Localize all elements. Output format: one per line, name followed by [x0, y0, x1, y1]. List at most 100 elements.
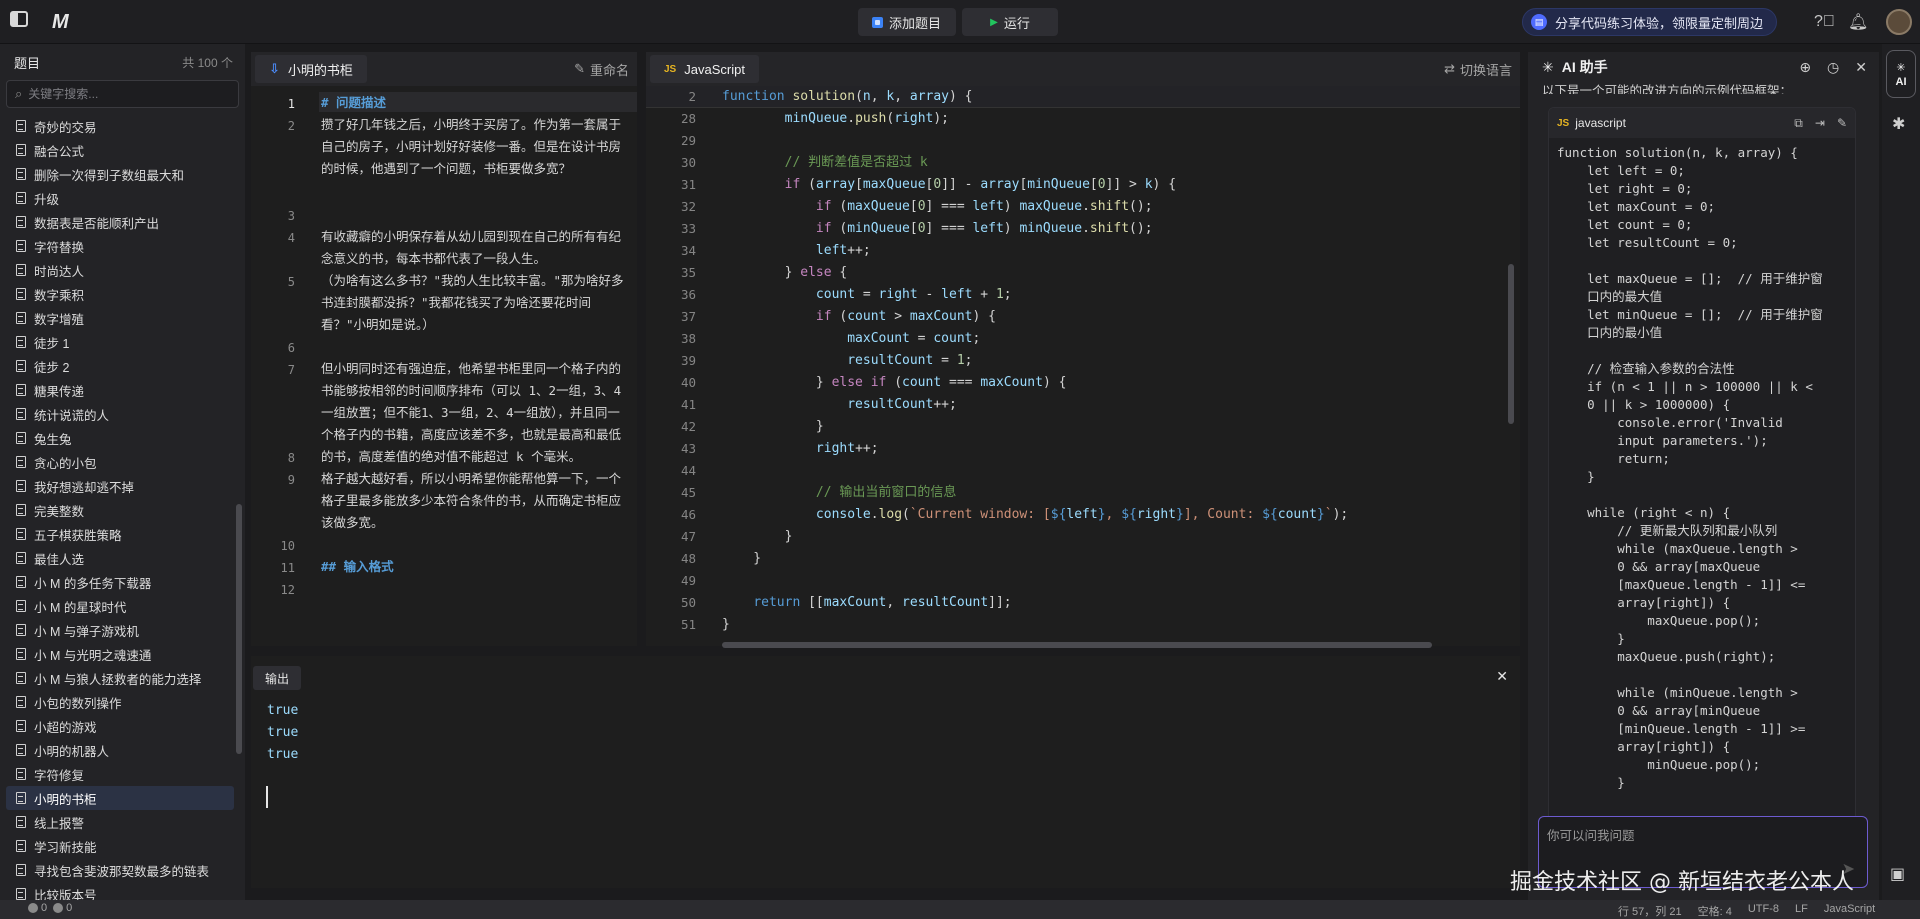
layout-icon[interactable]: ▣	[1890, 864, 1912, 886]
code-line[interactable]: 28 minQueue.push(right);	[646, 108, 1520, 130]
code-line[interactable]: 33 if (minQueue[0] === left) minQueue.sh…	[646, 218, 1520, 240]
problem-list-item[interactable]: 时尚达人	[6, 258, 234, 282]
code-line[interactable]: 51}	[646, 614, 1520, 636]
problem-list-item[interactable]: 线上报警	[6, 810, 234, 834]
code-line[interactable]: 41 resultCount++;	[646, 394, 1520, 416]
problem-list-item[interactable]: 融合公式	[6, 138, 234, 162]
document-icon	[16, 696, 26, 708]
code-line[interactable]: 30 // 判断差值是否超过 k	[646, 152, 1520, 174]
code-line[interactable]: 44	[646, 460, 1520, 482]
code-line[interactable]: 35 } else {	[646, 262, 1520, 284]
code-line[interactable]: 38 maxCount = count;	[646, 328, 1520, 350]
code-line[interactable]: 43 right++;	[646, 438, 1520, 460]
output-lines: true true true	[267, 700, 298, 766]
code-line[interactable]: 42 }	[646, 416, 1520, 438]
code-editor[interactable]: 2 function solution(n, k, array) {28 minQ…	[646, 86, 1520, 646]
code-line[interactable]: 47 }	[646, 526, 1520, 548]
problem-list-item[interactable]: 小 M 与光明之魂速通	[6, 642, 234, 666]
problem-list-item[interactable]: 糖果传递	[6, 378, 234, 402]
problem-list-item[interactable]: 删除一次得到子数组最大和	[6, 162, 234, 186]
bell-icon[interactable]: 🔔︎	[1848, 11, 1868, 33]
line-ending[interactable]: LF	[1795, 903, 1808, 919]
problem-list-item[interactable]: 小明的书柜	[6, 786, 234, 810]
bug-icon[interactable]: ✱	[1892, 114, 1905, 134]
search-box[interactable]: ⌕	[6, 80, 239, 108]
code-line[interactable]: 40 } else if (count === maxCount) {	[646, 372, 1520, 394]
problem-list-item[interactable]: 小 M 与弹子游戏机	[6, 618, 234, 642]
problem-list-item[interactable]: 五子棋获胜策略	[6, 522, 234, 546]
language-mode[interactable]: JavaScript	[1824, 903, 1875, 919]
code-line[interactable]: 37 if (count > maxCount) {	[646, 306, 1520, 328]
search-input[interactable]	[28, 87, 219, 101]
code-line[interactable]: 45 // 输出当前窗口的信息	[646, 482, 1520, 504]
editor-horizontal-scrollbar[interactable]	[722, 642, 1432, 648]
apply-icon[interactable]: ✎	[1837, 116, 1847, 131]
insert-icon[interactable]: ⇥	[1815, 116, 1825, 131]
warning-count[interactable]: 0	[53, 902, 72, 914]
problem-list-item[interactable]: 小明的机器人	[6, 738, 234, 762]
code-line[interactable]: 48 }	[646, 548, 1520, 570]
code-line[interactable]: 39 resultCount = 1;	[646, 350, 1520, 372]
close-output-icon[interactable]: ✕	[1496, 668, 1508, 685]
avatar[interactable]	[1886, 9, 1912, 35]
tab-description[interactable]: ⇩ 小明的书柜	[255, 55, 367, 83]
problem-list-item[interactable]: 我好想逃却逃不掉	[6, 474, 234, 498]
run-button[interactable]: ▶ 运行	[962, 8, 1058, 36]
problem-list-item[interactable]: 小 M 的星球时代	[6, 594, 234, 618]
help-icon[interactable]: ?⃝	[1814, 11, 1835, 33]
problem-list-item[interactable]: 字符修复	[6, 762, 234, 786]
problem-list-item[interactable]: 贪心的小包	[6, 450, 234, 474]
problem-list-item[interactable]: 数据表是否能顺利产出	[6, 210, 234, 234]
problem-list-item[interactable]: 数字乘积	[6, 282, 234, 306]
problem-list-item[interactable]: 小 M 与狼人拯救者的能力选择	[6, 666, 234, 690]
error-count[interactable]: 0	[28, 902, 47, 914]
switch-language-button[interactable]: ⇄ 切换语言	[1444, 60, 1512, 79]
problem-list-item[interactable]: 完美整数	[6, 498, 234, 522]
description-text[interactable]: 1 # 问题描述 2 攒了好几年钱之后，小明终于买房了。作为第一套属于自己的房子，小明…	[251, 86, 637, 646]
add-problem-button[interactable]: 添加题目	[858, 8, 956, 36]
problem-list-item[interactable]: 字符替换	[6, 234, 234, 258]
code-line[interactable]: 31 if (array[maxQueue[0]] - array[minQue…	[646, 174, 1520, 196]
tab-output[interactable]: 输出	[253, 666, 302, 690]
ai-rail-button[interactable]: ✳ AI	[1886, 50, 1916, 98]
code-line[interactable]: 50 return [[maxCount, resultCount]];	[646, 592, 1520, 614]
sticky-scroll-line[interactable]: 2 function solution(n, k, array) {	[646, 86, 1520, 108]
cursor-position[interactable]: 行 57，列 21	[1618, 903, 1682, 919]
panel-toggle-icon[interactable]	[10, 11, 32, 33]
tab-javascript[interactable]: JS JavaScript	[650, 55, 759, 83]
problem-list-item[interactable]: 兔生兔	[6, 426, 234, 450]
problem-list-item[interactable]: 升级	[6, 186, 234, 210]
line-number: 38	[680, 331, 696, 346]
problem-list-item[interactable]: 学习新技能	[6, 834, 234, 858]
rename-button[interactable]: ✎ 重命名	[574, 60, 629, 79]
problem-list-item[interactable]: 数字增殖	[6, 306, 234, 330]
encoding[interactable]: UTF-8	[1748, 903, 1779, 919]
document-icon	[16, 312, 26, 324]
editor-vertical-scrollbar[interactable]	[1508, 264, 1514, 424]
close-ai-icon[interactable]: ✕	[1855, 59, 1867, 76]
problem-list-item[interactable]: 比较版本号	[6, 882, 234, 900]
problem-list-item-label: 时尚达人	[34, 264, 85, 279]
code-line[interactable]: 34 left++;	[646, 240, 1520, 262]
problem-list-item[interactable]: 最佳人选	[6, 546, 234, 570]
document-icon	[16, 480, 26, 492]
copy-icon[interactable]: ⧉	[1794, 116, 1803, 131]
problem-list-item[interactable]: 奇妙的交易	[6, 114, 234, 138]
problem-list-item[interactable]: 小 M 的多任务下载器	[6, 570, 234, 594]
indent-setting[interactable]: 空格: 4	[1698, 903, 1732, 919]
history-icon[interactable]: ◷	[1827, 59, 1839, 76]
problem-list-item[interactable]: 徒步 2	[6, 354, 234, 378]
code-line[interactable]: 29	[646, 130, 1520, 152]
problem-list-item[interactable]: 徒步 1	[6, 330, 234, 354]
code-line[interactable]: 32 if (maxQueue[0] === left) maxQueue.sh…	[646, 196, 1520, 218]
code-line[interactable]: 46 console.log(`Current window: [${left}…	[646, 504, 1520, 526]
problem-list-item[interactable]: 统计说谎的人	[6, 402, 234, 426]
sidebar-scrollbar[interactable]	[236, 504, 242, 754]
new-chat-icon[interactable]: ⊕	[1799, 59, 1811, 76]
code-line[interactable]: 36 count = right - left + 1;	[646, 284, 1520, 306]
problem-list-item[interactable]: 小超的游戏	[6, 714, 234, 738]
code-line[interactable]: 49	[646, 570, 1520, 592]
promo-banner[interactable]: ▤ 分享代码练习体验，领限量定制周边	[1522, 8, 1777, 36]
problem-list-item[interactable]: 寻找包含斐波那契数最多的链表	[6, 858, 234, 882]
problem-list-item[interactable]: 小包的数列操作	[6, 690, 234, 714]
